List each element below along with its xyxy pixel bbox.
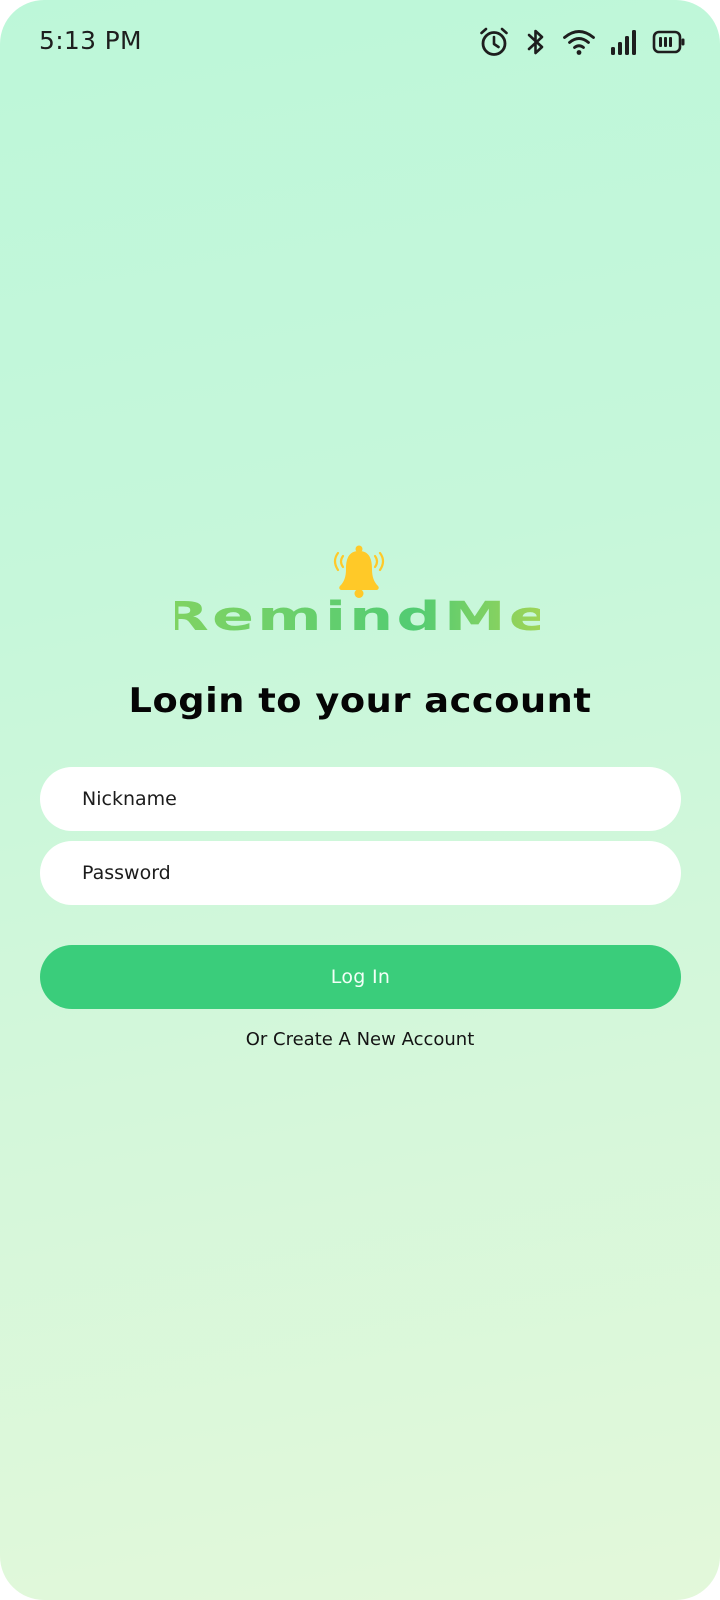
password-input[interactable] — [80, 861, 681, 885]
login-screen: 5:13 PM RemindMe Login to your account N… — [0, 0, 720, 1600]
status-time: 5:13 PM — [39, 26, 142, 55]
wifi-icon — [562, 27, 596, 57]
status-bar: 5:13 PM — [0, 0, 720, 84]
nickname-input[interactable] — [80, 787, 681, 811]
bluetooth-icon — [524, 26, 548, 58]
bell-icon — [328, 545, 390, 601]
signal-icon — [610, 27, 638, 57]
brand-logo: RemindMe — [175, 594, 540, 644]
create-account-link[interactable]: Or Create A New Account — [0, 1029, 720, 1050]
brand-name: RemindMe — [175, 594, 540, 640]
alarm-icon — [478, 26, 510, 58]
login-button[interactable]: Log In — [40, 945, 681, 1009]
nickname-field-container[interactable] — [40, 767, 681, 831]
status-icons — [478, 24, 686, 60]
page-title: Login to your account — [128, 681, 592, 721]
battery-icon — [652, 29, 686, 55]
password-field-container[interactable] — [40, 841, 681, 905]
